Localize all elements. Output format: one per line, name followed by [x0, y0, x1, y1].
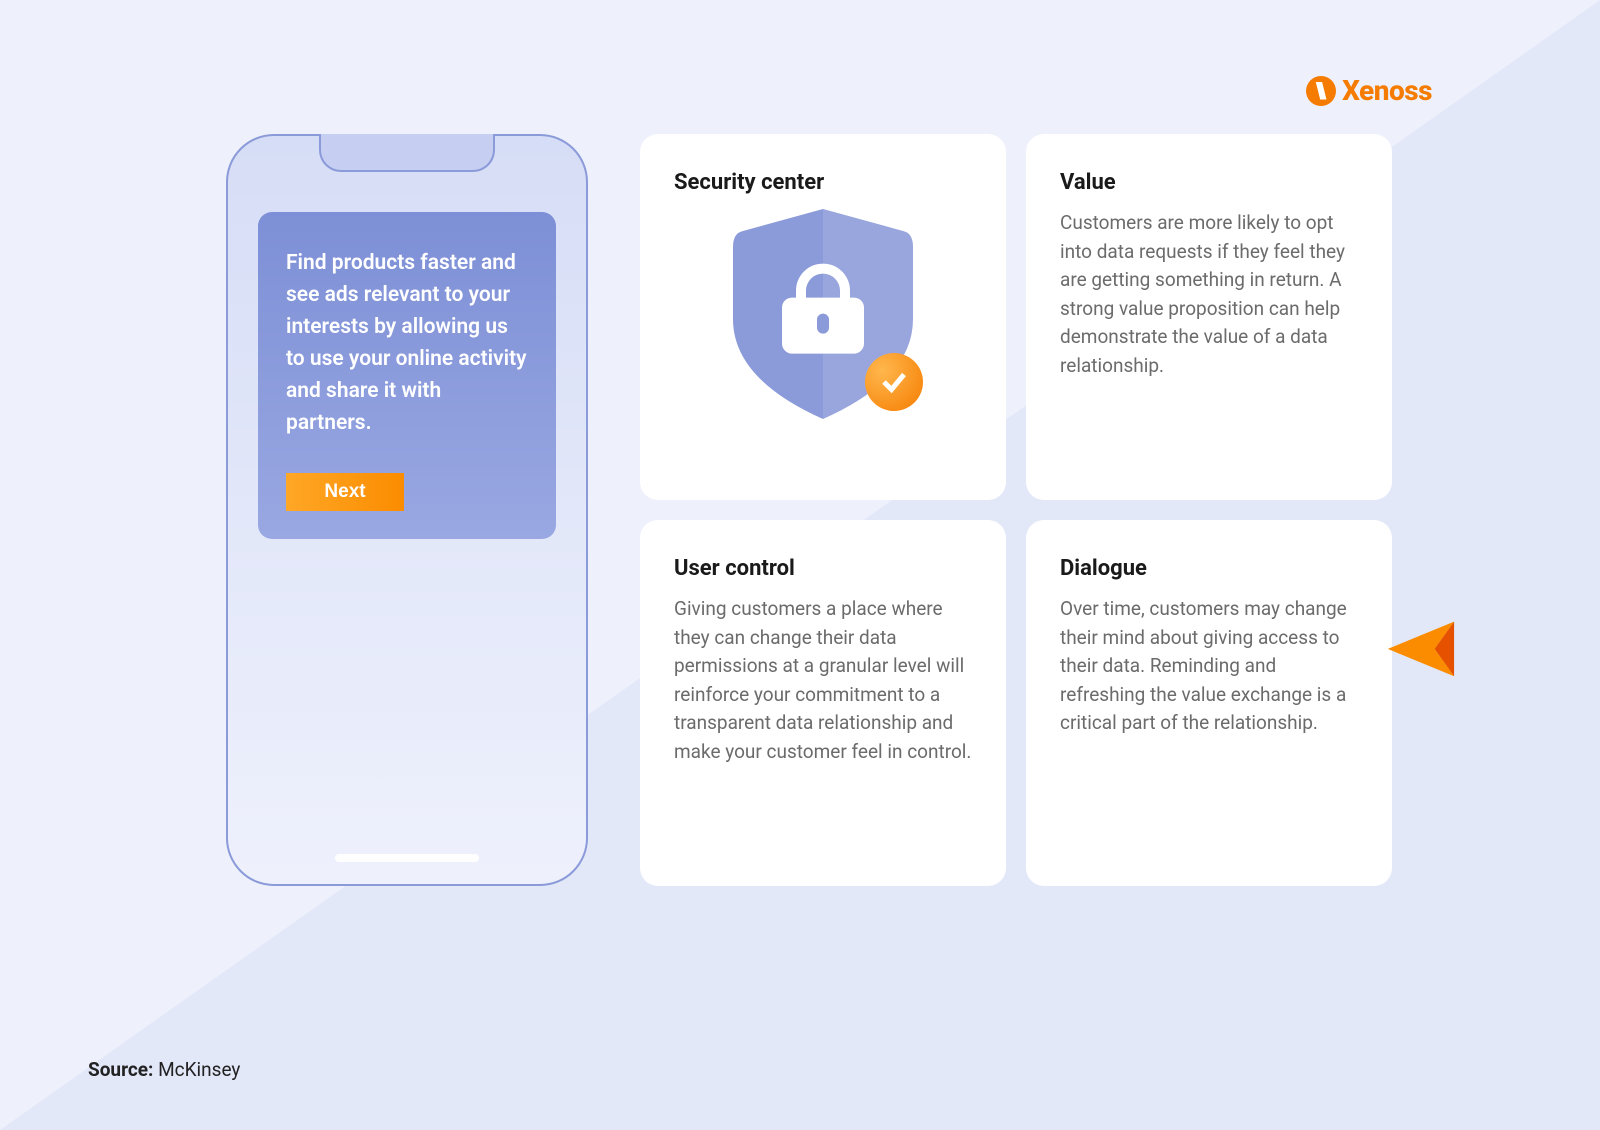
- card-security-center: Security center: [640, 134, 1006, 500]
- consent-prompt-text: Find products faster and see ads relevan…: [286, 248, 528, 439]
- diagram-canvas: Xenoss Find products faster and see ads …: [140, 0, 1460, 932]
- card-title: Security center: [674, 170, 972, 195]
- phone-mockup: Find products faster and see ads relevan…: [226, 134, 588, 886]
- home-indicator: [335, 854, 479, 862]
- card-title: User control: [674, 556, 972, 581]
- arrow-decoration-icon: [1380, 606, 1458, 684]
- card-title: Dialogue: [1060, 556, 1358, 581]
- card-body: Over time, customers may change their mi…: [1060, 595, 1358, 738]
- card-dialogue: Dialogue Over time, customers may change…: [1026, 520, 1392, 886]
- card-body: Giving customers a place where they can …: [674, 595, 972, 766]
- next-button[interactable]: Next: [286, 473, 404, 511]
- source-attribution: Source: McKinsey: [88, 1058, 240, 1081]
- source-value: McKinsey: [158, 1058, 240, 1081]
- lock-icon: [782, 264, 864, 354]
- source-label: Source:: [88, 1058, 153, 1081]
- phone-notch: [319, 134, 495, 172]
- card-user-control: User control Giving customers a place wh…: [640, 520, 1006, 886]
- card-body: Customers are more likely to opt into da…: [1060, 209, 1358, 380]
- consent-prompt-card: Find products faster and see ads relevan…: [258, 212, 556, 539]
- brand-logo-mark: [1306, 76, 1336, 106]
- card-value: Value Customers are more likely to opt i…: [1026, 134, 1392, 500]
- shield-illustration: [674, 209, 972, 419]
- card-title: Value: [1060, 170, 1358, 195]
- cards-grid: Security center Value Customers are mo: [640, 134, 1392, 886]
- brand-name: Xenoss: [1342, 74, 1432, 107]
- brand-logo: Xenoss: [1306, 74, 1432, 107]
- check-badge-icon: [865, 353, 923, 411]
